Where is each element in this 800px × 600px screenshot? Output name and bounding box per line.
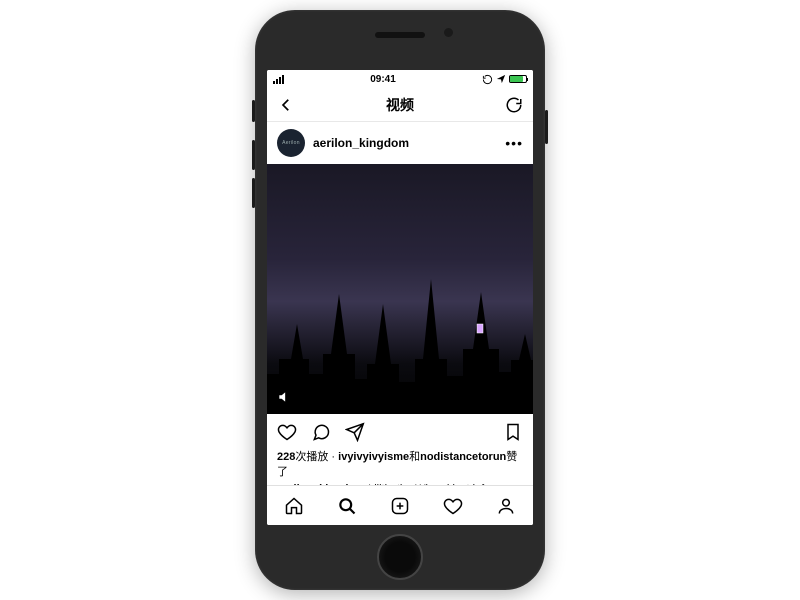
status-bar: 09:41 [267, 70, 533, 88]
nav-title: 视频 [386, 95, 414, 115]
tab-activity[interactable] [443, 496, 463, 516]
location-icon [496, 74, 506, 84]
home-button[interactable] [377, 534, 423, 580]
audio-toggle[interactable] [277, 390, 291, 404]
status-time: 09:41 [370, 74, 396, 85]
profile-icon [496, 496, 516, 516]
nav-bar: 视频 [267, 88, 533, 122]
save-button[interactable] [503, 422, 523, 442]
volume-up-button[interactable] [252, 140, 255, 170]
power-button[interactable] [545, 110, 548, 144]
avatar[interactable]: Aerilon [277, 129, 305, 157]
post-actions [267, 414, 533, 450]
tab-bar [267, 485, 533, 525]
battery-icon [509, 75, 527, 83]
phone-frame: 09:41 视频 Aerilon aerilon_kingdom ••• [255, 10, 545, 590]
refresh-icon [505, 96, 523, 114]
speaker-icon [277, 390, 291, 404]
bookmark-icon [503, 422, 523, 442]
volume-down-button[interactable] [252, 178, 255, 208]
add-post-icon [390, 496, 410, 516]
chevron-left-icon [277, 96, 295, 114]
refresh-button[interactable] [505, 96, 523, 114]
search-icon [337, 496, 357, 516]
status-right [482, 74, 527, 85]
status-left [273, 75, 284, 84]
heart-icon [443, 496, 463, 516]
liker-1[interactable]: ivyivyivyisme [338, 451, 409, 463]
castle-illustration [267, 264, 533, 414]
tab-add[interactable] [390, 496, 410, 516]
liker-2[interactable]: nodistancetorun [420, 451, 506, 463]
like-button[interactable] [277, 422, 297, 442]
signal-icon [273, 75, 284, 84]
screen: 09:41 视频 Aerilon aerilon_kingdom ••• [267, 70, 533, 525]
post-username[interactable]: aerilon_kingdom [313, 136, 497, 150]
tab-home[interactable] [284, 496, 304, 516]
plays-line: 228次播放 · ivyivyivyisme和nodistancetorun赞了 [277, 450, 523, 480]
share-button[interactable] [345, 422, 365, 442]
orientation-lock-icon [482, 74, 493, 85]
home-icon [284, 496, 304, 516]
play-count: 228 [277, 451, 295, 463]
comment-icon [311, 422, 331, 442]
comment-button[interactable] [311, 422, 331, 442]
mute-switch[interactable] [252, 100, 255, 122]
tab-profile[interactable] [496, 496, 516, 516]
more-button[interactable]: ••• [505, 135, 523, 151]
back-button[interactable] [277, 96, 295, 114]
post-header: Aerilon aerilon_kingdom ••• [267, 122, 533, 164]
send-icon [345, 422, 365, 442]
heart-icon [277, 422, 297, 442]
tab-search[interactable] [337, 496, 357, 516]
post-video[interactable] [267, 164, 533, 414]
